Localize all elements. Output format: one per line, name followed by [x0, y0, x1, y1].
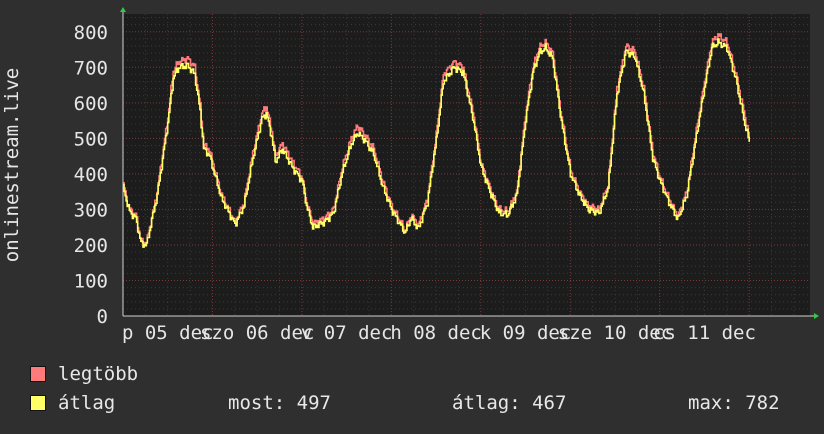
y-tick-label: 200 [74, 235, 108, 257]
chart-stage: 0 100 200 300 400 500 600 700 800 p 05 dec szo 06… [0, 0, 824, 430]
y-axis-label: onlinestream.live [1, 68, 23, 262]
y-tick-label: 700 [74, 57, 108, 79]
y-tick-label: 800 [74, 22, 108, 44]
legend-label-avg: átlag [58, 392, 116, 414]
x-tick-labels: p 05 decszo 06 decv 07 dech 08 deck 09 d… [122, 322, 756, 344]
x-tick-label: v 07 dec [301, 322, 393, 344]
x-tick-label: cs 11 dec [653, 322, 756, 344]
stat-now: most: 497 [228, 392, 331, 414]
legend-swatch-avg [30, 395, 46, 411]
x-tick-label: h 08 dec [390, 322, 482, 344]
y-tick-labels: 0 100 200 300 400 500 600 700 800 [74, 22, 108, 328]
y-tick-label: 100 [74, 270, 108, 292]
y-tick-label: 400 [74, 164, 108, 186]
stat-avg: átlag: 467 [452, 392, 567, 414]
stat-max: max: 782 [688, 392, 780, 414]
plot-background [123, 14, 810, 316]
y-tick-label: 0 [97, 306, 108, 328]
y-axis-arrow [120, 7, 126, 12]
legend-swatch-max [30, 366, 46, 382]
legend-label-max: legtöbb [58, 363, 139, 385]
y-tick-label: 600 [74, 93, 108, 115]
x-tick-label: szo 06 dec [200, 322, 314, 344]
y-tick-label: 300 [74, 199, 108, 221]
y-tick-label: 500 [74, 128, 108, 150]
x-axis-arrow [814, 313, 819, 319]
